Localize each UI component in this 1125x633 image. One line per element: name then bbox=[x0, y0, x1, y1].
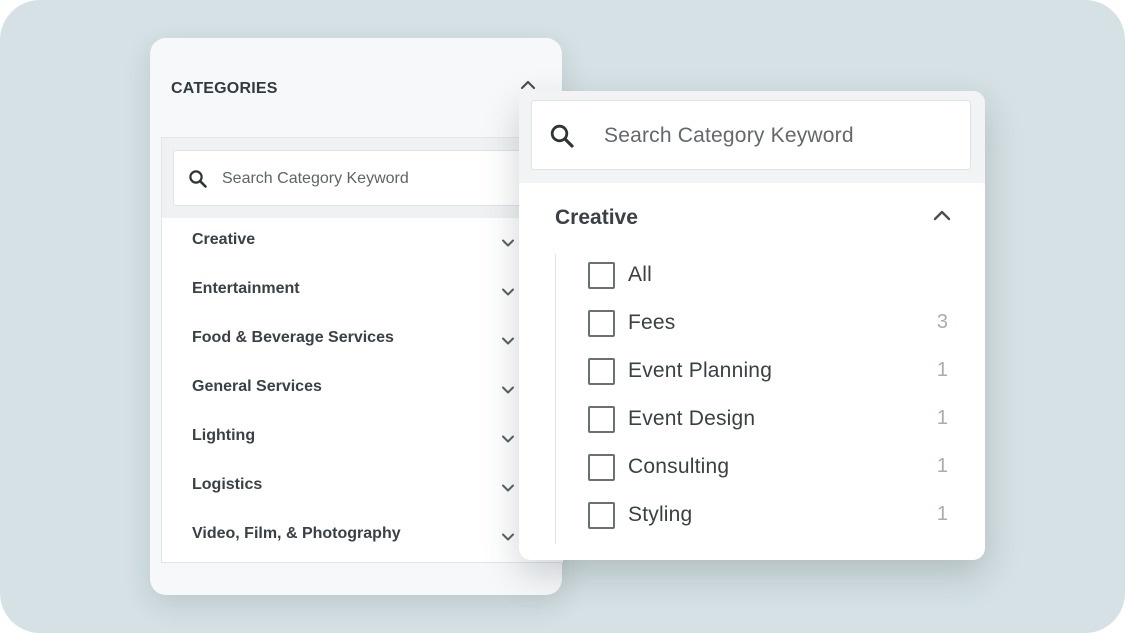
category-label: General Services bbox=[192, 378, 322, 395]
search-icon bbox=[189, 170, 207, 188]
category-label: Video, Film, & Photography bbox=[192, 525, 401, 542]
option-label: Fees bbox=[628, 311, 676, 334]
search-icon bbox=[550, 124, 574, 148]
checkbox[interactable] bbox=[588, 502, 615, 529]
category-label: Logistics bbox=[192, 476, 263, 493]
category-label: Creative bbox=[192, 231, 256, 248]
category-item[interactable]: General Services bbox=[162, 365, 563, 414]
category-item[interactable]: Video, Film, & Photography bbox=[162, 512, 563, 561]
search-box[interactable] bbox=[531, 100, 971, 171]
option-count: 1 bbox=[936, 359, 948, 381]
search-container bbox=[519, 91, 985, 183]
search-input[interactable] bbox=[604, 101, 964, 171]
chevron-down-icon[interactable] bbox=[501, 287, 515, 297]
category-title: Creative bbox=[555, 206, 638, 229]
background-stage: CATEGORIES Creative bbox=[0, 0, 1125, 633]
chevron-down-icon[interactable] bbox=[501, 238, 515, 248]
category-label: Food & Beverage Services bbox=[192, 329, 394, 346]
checkbox[interactable] bbox=[588, 310, 615, 337]
creative-dropdown-panel: Creative All Fees 3 Event Planning 1 bbox=[519, 91, 985, 560]
chevron-down-icon[interactable] bbox=[501, 434, 515, 444]
chevron-up-icon[interactable] bbox=[519, 78, 537, 92]
chevron-down-icon[interactable] bbox=[501, 532, 515, 542]
categories-body: Creative Entertainment Food & Beverage S… bbox=[161, 137, 573, 563]
category-item[interactable]: Logistics bbox=[162, 463, 563, 512]
option-count: 1 bbox=[936, 455, 948, 477]
search-box[interactable] bbox=[173, 150, 573, 207]
search-container bbox=[162, 138, 573, 218]
option-label: Styling bbox=[628, 503, 693, 526]
chevron-down-icon[interactable] bbox=[501, 336, 515, 346]
checkbox[interactable] bbox=[588, 406, 615, 433]
category-label: Entertainment bbox=[192, 280, 300, 297]
categories-header: CATEGORIES bbox=[171, 80, 278, 97]
option-count: 1 bbox=[936, 503, 948, 525]
search-input[interactable] bbox=[222, 151, 562, 207]
category-item[interactable]: Creative bbox=[162, 218, 563, 267]
checkbox[interactable] bbox=[588, 358, 615, 385]
category-list: Creative Entertainment Food & Beverage S… bbox=[162, 218, 563, 561]
subcategory-option[interactable]: Consulting 1 bbox=[519, 444, 985, 492]
subcategory-option[interactable]: Event Planning 1 bbox=[519, 348, 985, 396]
chevron-down-icon[interactable] bbox=[501, 483, 515, 493]
category-item[interactable]: Food & Beverage Services bbox=[162, 316, 563, 365]
chevron-down-icon[interactable] bbox=[501, 385, 515, 395]
option-count: 3 bbox=[936, 311, 948, 333]
subcategory-option[interactable]: All bbox=[519, 252, 985, 300]
category-label: Lighting bbox=[192, 427, 256, 444]
subcategory-option[interactable]: Styling 1 bbox=[519, 492, 985, 540]
categories-panel: CATEGORIES Creative bbox=[150, 38, 573, 595]
subcategory-list: All Fees 3 Event Planning 1 Event Design… bbox=[519, 252, 985, 540]
subcategory-option[interactable]: Fees 3 bbox=[519, 300, 985, 348]
subcategory-option[interactable]: Event Design 1 bbox=[519, 396, 985, 444]
option-label: Event Design bbox=[628, 407, 756, 430]
category-item[interactable]: Entertainment bbox=[162, 267, 563, 316]
option-count: 1 bbox=[936, 407, 948, 429]
checkbox[interactable] bbox=[588, 454, 615, 481]
option-label: Event Planning bbox=[628, 359, 773, 382]
checkbox[interactable] bbox=[588, 262, 615, 289]
option-label: Consulting bbox=[628, 455, 730, 478]
chevron-up-icon[interactable] bbox=[932, 208, 952, 222]
option-label: All bbox=[628, 263, 652, 286]
category-item[interactable]: Lighting bbox=[162, 414, 563, 463]
